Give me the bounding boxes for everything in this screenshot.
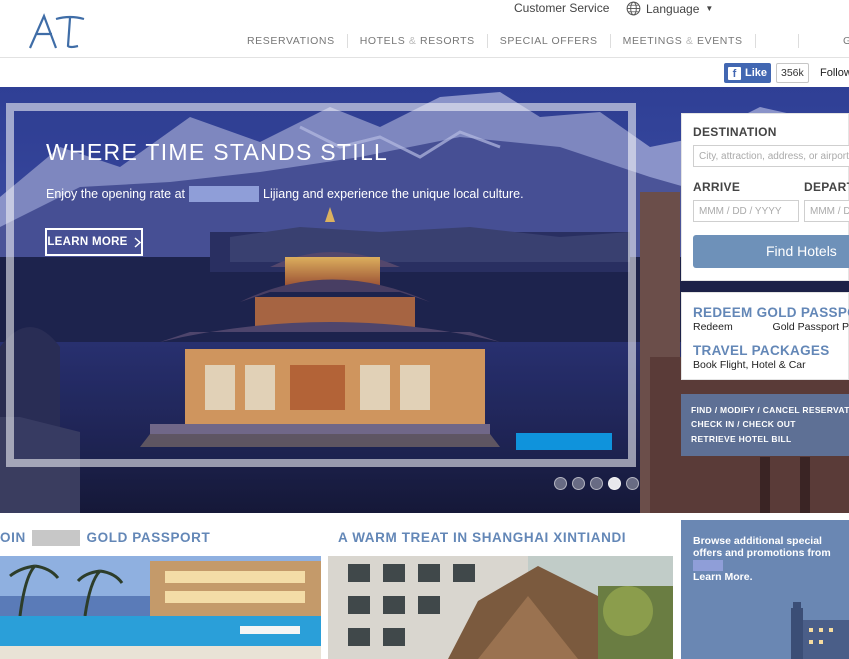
arrive-date-input[interactable]: MMM / DD / YYYY	[693, 200, 799, 222]
carousel-dots	[554, 477, 639, 490]
card-title: OIN GOLD PASSPORT	[0, 520, 321, 556]
hotel-silhouette-image	[681, 590, 849, 659]
customer-service-link[interactable]: Customer Service	[514, 1, 609, 15]
arrive-label: ARRIVE	[693, 180, 741, 194]
nav-amp: &	[685, 35, 694, 47]
nav-meetings-events[interactable]: MEETINGS & EVENTS	[611, 34, 756, 48]
card-title: A WARM TREAT IN SHANGHAI XINTIANDI	[328, 520, 673, 556]
nav-reservations[interactable]: RESERVATIONS	[235, 34, 348, 48]
redacted-brand	[693, 559, 723, 571]
promo-card-gold-passport[interactable]: OIN GOLD PASSPORT	[0, 520, 321, 659]
find-modify-cancel-link[interactable]: FIND / MODIFY / CANCEL RESERVATION	[691, 405, 849, 415]
language-selector[interactable]: Language ▼	[626, 1, 713, 16]
shanghai-building-image	[328, 556, 673, 659]
check-in-out-link[interactable]: CHECK IN / CHECK OUT	[691, 419, 796, 429]
card-title-part: OIN	[0, 530, 26, 545]
carousel-dot[interactable]	[626, 477, 639, 490]
redeem-gold-passport-link[interactable]: REDEEM GOLD PASSPORT	[693, 305, 849, 320]
globe-icon	[626, 1, 641, 16]
special-offers-text: Browse additional special offers and pro…	[693, 535, 849, 583]
carousel-dot[interactable]	[572, 477, 585, 490]
language-label: Language	[646, 1, 700, 16]
promo-card-shanghai[interactable]: A WARM TREAT IN SHANGHAI XINTIANDI	[328, 520, 673, 659]
learn-more-label: LEARN MORE	[47, 236, 128, 248]
nav-amp: &	[408, 35, 417, 47]
hero-title: WHERE TIME STANDS STILL	[46, 139, 389, 165]
resort-pool-image	[0, 556, 321, 659]
nav-overflow-item[interactable]: G	[798, 34, 849, 48]
booking-widget: DESTINATION City, attraction, address, o…	[681, 113, 849, 281]
nav-label: EVENTS	[696, 35, 743, 47]
hero-accent-bar	[516, 433, 612, 450]
redacted-brand	[189, 186, 259, 202]
redacted-brand	[32, 530, 81, 547]
facebook-icon: f	[728, 66, 741, 80]
find-hotels-button[interactable]: Find Hotels	[693, 235, 849, 268]
depart-date-input[interactable]: MMM / DD / YYYY	[804, 200, 849, 222]
redeem-sub-a: Redeem	[693, 321, 733, 333]
special-offers-card[interactable]: Browse additional special offers and pro…	[681, 520, 849, 659]
hero-subtitle-text: Enjoy the opening rate at	[46, 187, 185, 201]
nav-label: RESORTS	[420, 35, 475, 47]
social-bar: f Like 356k Follow	[0, 59, 849, 87]
manage-reservation-panel: FIND / MODIFY / CANCEL RESERVATION CHECK…	[681, 394, 849, 456]
chevron-down-icon: ▼	[705, 4, 714, 13]
redeem-sub-b: Gold Passport Points	[772, 321, 849, 333]
like-count: 356k	[776, 63, 809, 83]
destination-label: DESTINATION	[693, 125, 777, 139]
travel-packages-link[interactable]: TRAVEL PACKAGES	[693, 343, 830, 358]
carousel-dot[interactable]	[554, 477, 567, 490]
nav-label: MEETINGS	[622, 35, 683, 47]
travel-packages-subtitle: Book Flight, Hotel & Car	[693, 359, 806, 371]
card3-learn-more[interactable]: Learn More.	[693, 571, 753, 583]
card3-text: Browse additional special offers and pro…	[693, 535, 831, 559]
carousel-dot[interactable]	[590, 477, 603, 490]
chevron-right-icon	[134, 236, 141, 248]
site-header: Customer Service Language ▼ RESERVATIONS…	[0, 0, 849, 58]
destination-input[interactable]: City, attraction, address, or airport	[693, 145, 849, 167]
brand-logo[interactable]	[26, 10, 88, 52]
hero-subtitle-text: Lijiang and experience the unique local …	[263, 187, 524, 201]
redeem-subtitle: Redeem Gold Passport Points	[693, 321, 849, 333]
quick-links-panel: REDEEM GOLD PASSPORT Redeem Gold Passpor…	[681, 292, 849, 380]
hero-subtitle: Enjoy the opening rate at Lijiang and ex…	[46, 186, 524, 202]
facebook-like-button[interactable]: f Like	[724, 63, 771, 83]
card-title-part: GOLD PASSPORT	[86, 530, 211, 545]
nav-hotels-resorts[interactable]: HOTELS & RESORTS	[348, 34, 488, 48]
like-label: Like	[745, 67, 768, 79]
depart-label: DEPART	[804, 180, 849, 194]
main-nav: RESERVATIONS HOTELS & RESORTS SPECIAL OF…	[235, 34, 756, 48]
carousel-dot-active[interactable]	[608, 477, 621, 490]
nav-label: HOTELS	[359, 35, 406, 47]
nav-special-offers[interactable]: SPECIAL OFFERS	[488, 34, 611, 48]
retrieve-hotel-bill-link[interactable]: RETRIEVE HOTEL BILL	[691, 434, 791, 444]
follow-button[interactable]: Follow	[820, 67, 849, 79]
learn-more-button[interactable]: LEARN MORE	[45, 228, 143, 256]
